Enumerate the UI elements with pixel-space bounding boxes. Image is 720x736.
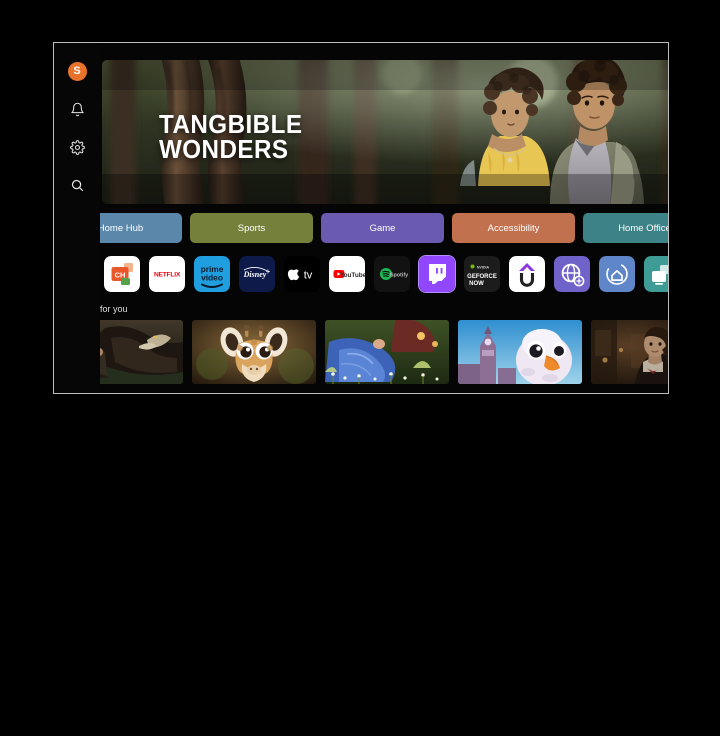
blue-dress-meadow-thumbnail: [325, 320, 449, 384]
pick-card-animated-giraffe[interactable]: [192, 320, 316, 384]
hero-title: TANGBIBLE WONDERS: [159, 109, 303, 165]
youtube-icon: YouTube: [329, 256, 365, 292]
app-tile-apple-tv[interactable]: tv: [284, 256, 320, 292]
search-icon: [71, 179, 83, 191]
app-tile-netflix[interactable]: NETFLIX: [149, 256, 185, 292]
globe-icon: [554, 256, 590, 292]
gear-icon: [69, 139, 85, 155]
category-home-office[interactable]: Home Office: [583, 213, 668, 243]
svg-text:video: video: [201, 273, 223, 283]
app-tile-youtube[interactable]: YouTube: [329, 256, 365, 292]
category-sports[interactable]: Sports: [190, 213, 313, 243]
hero-banner[interactable]: TANGBIBLE WONDERS: [102, 60, 668, 204]
pick-card-white-owl-town[interactable]: [458, 320, 582, 384]
prime-video-icon: prime video: [194, 256, 230, 292]
apple-tv-icon: tv: [284, 256, 320, 292]
tv-screen: S TANGBIBLE WONDERS Home Hub Sports Game…: [54, 43, 668, 393]
profile-avatar-button[interactable]: S: [66, 60, 88, 82]
svg-text:GEFORCE: GEFORCE: [467, 274, 497, 280]
app-tile-samsung-tv-plus[interactable]: CH: [104, 256, 140, 292]
svg-text:tv: tv: [304, 270, 313, 282]
svg-text:YouTube: YouTube: [340, 272, 365, 279]
app-tile-prime-video[interactable]: prime video: [194, 256, 230, 292]
disney-plus-icon: Disney +: [239, 256, 275, 292]
category-row: Home Hub Sports Game Accessibility Home …: [59, 213, 668, 243]
multi-screen-icon: [644, 256, 668, 292]
category-accessibility[interactable]: Accessibility: [452, 213, 575, 243]
settings-button[interactable]: [66, 136, 88, 158]
pick-card-blue-dress-meadow[interactable]: [325, 320, 449, 384]
spotify-icon: Spotify: [374, 256, 410, 292]
white-owl-town-thumbnail: [458, 320, 582, 384]
category-label: Accessibility: [487, 222, 540, 234]
category-game[interactable]: Game: [321, 213, 444, 243]
bell-icon: [70, 102, 84, 116]
twitch-icon: [419, 256, 455, 292]
category-label: Game: [369, 222, 396, 234]
app-tile-spotify[interactable]: Spotify: [374, 256, 410, 292]
svg-text:NOW: NOW: [469, 281, 484, 287]
app-tile-univer[interactable]: [509, 256, 545, 292]
samsung-tv-plus-icon: CH: [104, 256, 140, 292]
svg-text:Spotify: Spotify: [390, 272, 408, 278]
search-button[interactable]: [66, 174, 88, 196]
apps-row: APPS CH NETFLIX: [59, 255, 668, 294]
animated-giraffe-thumbnail: [192, 320, 316, 384]
top-picks-row: [59, 320, 668, 384]
category-label: Sports: [237, 222, 266, 234]
netflix-icon: NETFLIX: [149, 256, 185, 292]
category-label: Home Office: [618, 222, 668, 234]
svg-text:Disney: Disney: [243, 270, 267, 279]
sidebar: S: [54, 43, 100, 393]
app-tile-twitch[interactable]: [418, 255, 456, 293]
svg-text:CH: CH: [115, 271, 126, 280]
period-drama-thumbnail: [591, 320, 668, 384]
tv-frame: S TANGBIBLE WONDERS Home Hub Sports Game…: [53, 42, 669, 394]
pick-card-period-drama[interactable]: [591, 320, 668, 384]
notifications-button[interactable]: [66, 98, 88, 120]
svg-text:NVIDIA: NVIDIA: [477, 265, 490, 269]
geforce-now-icon: NVIDIA GEFORCE NOW: [464, 256, 500, 292]
app-tile-smartthings[interactable]: [599, 256, 635, 292]
app-tile-geforce-now[interactable]: NVIDIA GEFORCE NOW: [464, 256, 500, 292]
univer-icon: [509, 256, 545, 292]
svg-text:NETFLIX: NETFLIX: [154, 272, 181, 279]
app-tile-multi-view[interactable]: [644, 256, 668, 292]
home-icon: [599, 256, 635, 292]
avatar: S: [67, 61, 87, 81]
app-tile-disney-plus[interactable]: Disney +: [239, 256, 275, 292]
category-label: Home Hub: [97, 222, 144, 234]
app-tile-web-browser[interactable]: [554, 256, 590, 292]
